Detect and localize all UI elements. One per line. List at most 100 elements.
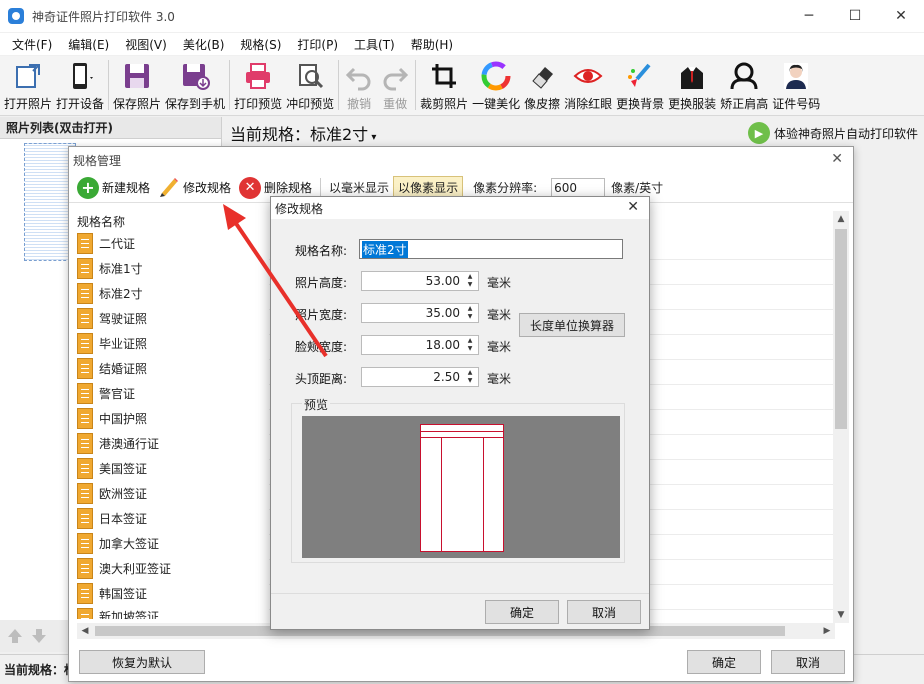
modify-cancel-button[interactable]: 取消 — [567, 600, 641, 624]
unit-label: 毫米 — [487, 308, 512, 322]
face-width-stepper[interactable]: 18.00 ▲ ▼ — [361, 335, 479, 355]
new-spec-button[interactable]: + 新建规格 — [73, 175, 154, 201]
color-wheel-icon — [480, 60, 512, 92]
top-distance-stepper[interactable]: 2.50 ▲ ▼ — [361, 367, 479, 387]
modify-ok-button[interactable]: 确定 — [485, 600, 559, 624]
list-item[interactable]: 韩国签证 — [77, 581, 267, 606]
scroll-right-icon[interactable]: ▶ — [819, 623, 835, 639]
plus-icon: + — [77, 176, 99, 199]
save-to-phone-button[interactable]: 保存到手机 — [163, 56, 227, 114]
save-photo-button[interactable]: 保存照片 — [111, 56, 163, 114]
menu-print[interactable]: 打印(P) — [289, 36, 346, 53]
document-icon — [77, 558, 93, 579]
modify-dialog-title: 修改规格 — [275, 201, 324, 216]
spec-ok-button[interactable]: 确定 — [687, 650, 761, 674]
modify-spec-button[interactable]: 修改规格 — [154, 175, 235, 201]
id-number-button[interactable]: 证件号码 — [770, 56, 822, 114]
list-item[interactable]: 港澳通行证 — [77, 431, 267, 456]
phone-icon — [64, 60, 96, 92]
change-clothes-button[interactable]: 更换服装 — [666, 56, 718, 114]
eraser-button[interactable]: 像皮擦 — [522, 56, 562, 114]
spec-cancel-button[interactable]: 取消 — [771, 650, 845, 674]
change-bg-button[interactable]: 更换背景 — [614, 56, 666, 114]
app-logo-icon — [8, 8, 24, 24]
maximize-button[interactable]: ☐ — [832, 0, 878, 32]
document-icon — [77, 533, 93, 554]
beautify-button[interactable]: 一键美化 — [470, 56, 522, 114]
spec-list: 二代证 标准1寸 标准2寸 驾驶证照 毕业证照 结婚证照 警官证 中国护照 港澳… — [77, 231, 267, 619]
list-item[interactable]: 二代证 — [77, 231, 267, 256]
menu-edit[interactable]: 编辑(E) — [60, 36, 117, 53]
document-icon — [77, 308, 93, 329]
arrow-up-icon[interactable] — [6, 627, 24, 645]
spec-list-header: 规格名称 — [77, 215, 126, 229]
toolbar-separator — [108, 60, 110, 110]
preview-label: 预览 — [302, 396, 331, 413]
menu-file[interactable]: 文件(F) — [4, 36, 60, 53]
vertical-scrollbar[interactable]: ▲ ▼ — [833, 211, 849, 623]
pencil-icon — [158, 175, 180, 200]
spec-name-input[interactable]: 标准2寸 — [359, 239, 623, 259]
promo-link[interactable]: ▶ 体验神奇照片自动打印软件 — [747, 122, 918, 144]
print-preview-button[interactable]: 打印预览 — [232, 56, 284, 114]
open-device-button[interactable]: 打开设备 — [54, 56, 106, 114]
document-icon — [77, 458, 93, 479]
minimize-button[interactable]: ─ — [786, 0, 832, 32]
spin-arrows-icon[interactable]: ▲ ▼ — [464, 337, 476, 353]
unit-converter-button[interactable]: 长度单位换算器 — [519, 313, 625, 337]
crop-photo-button[interactable]: 裁剪照片 — [418, 56, 470, 114]
menu-help[interactable]: 帮助(H) — [403, 36, 461, 53]
close-icon[interactable]: ✕ — [831, 151, 843, 167]
document-icon — [77, 433, 93, 454]
list-item[interactable]: 标准2寸 — [77, 281, 267, 306]
menu-tools[interactable]: 工具(T) — [346, 36, 403, 53]
menu-bar: 文件(F) 编辑(E) 视图(V) 美化(B) 规格(S) 打印(P) 工具(T… — [0, 33, 924, 55]
scroll-left-icon[interactable]: ◀ — [77, 623, 93, 639]
list-item[interactable]: 警官证 — [77, 381, 267, 406]
spin-arrows-icon[interactable]: ▲ ▼ — [464, 305, 476, 321]
scroll-up-icon[interactable]: ▲ — [833, 211, 849, 227]
menu-view[interactable]: 视图(V) — [117, 36, 175, 53]
top-distance-label: 头顶距离: — [295, 372, 348, 386]
photo-height-label: 照片高度: — [295, 276, 348, 290]
fix-shoulders-button[interactable]: 矫正肩高 — [718, 56, 770, 114]
close-icon[interactable]: ✕ — [627, 199, 639, 215]
undo-button[interactable]: 撤销 — [341, 56, 377, 114]
close-window-button[interactable]: ✕ — [878, 0, 924, 32]
resolution-label: 像素分辨率: — [473, 181, 538, 195]
list-item[interactable]: 澳大利亚签证 — [77, 556, 267, 581]
scroll-down-icon[interactable]: ▼ — [833, 607, 849, 623]
list-item[interactable]: 毕业证照 — [77, 331, 267, 356]
current-spec-dropdown[interactable]: 当前规格：标准2寸 ▾ — [230, 121, 376, 145]
red-eye-button[interactable]: 消除红眼 — [562, 56, 614, 114]
list-item[interactable]: 欧洲签证 — [77, 481, 267, 506]
reset-default-button[interactable]: 恢复为默认 — [79, 650, 205, 674]
photo-list-nav — [0, 620, 70, 652]
spin-arrows-icon[interactable]: ▲ ▼ — [464, 273, 476, 289]
spin-arrows-icon[interactable]: ▲ ▼ — [464, 369, 476, 385]
preview-canvas — [302, 416, 620, 558]
title-bar: 神奇证件照片打印软件 3.0 ─ ☐ ✕ — [0, 0, 924, 32]
menu-beautify[interactable]: 美化(B) — [175, 36, 233, 53]
menu-spec[interactable]: 规格(S) — [232, 36, 289, 53]
resolution-input[interactable]: 600 — [551, 177, 606, 198]
redo-button[interactable]: 重做 — [377, 56, 413, 114]
list-item[interactable]: 新加坡签证 — [77, 606, 267, 619]
list-item[interactable]: 加拿大签证 — [77, 531, 267, 556]
spec-dialog-title-bar: 规格管理 ✕ — [69, 147, 853, 173]
wash-preview-button[interactable]: 冲印预览 — [284, 56, 336, 114]
photo-height-stepper[interactable]: 53.00 ▲ ▼ — [361, 271, 479, 291]
list-item[interactable]: 中国护照 — [77, 406, 267, 431]
face-width-label: 脸颊宽度: — [295, 340, 348, 354]
photo-width-stepper[interactable]: 35.00 ▲ ▼ — [361, 303, 479, 323]
arrow-down-icon[interactable] — [30, 627, 48, 645]
open-photo-button[interactable]: 打开照片 — [2, 56, 54, 114]
list-item[interactable]: 结婚证照 — [77, 356, 267, 381]
vertical-scroll-thumb[interactable] — [835, 229, 847, 429]
open-folder-icon — [12, 60, 44, 92]
list-item[interactable]: 美国签证 — [77, 456, 267, 481]
paint-brush-icon — [624, 60, 656, 92]
list-item[interactable]: 日本签证 — [77, 506, 267, 531]
list-item[interactable]: 标准1寸 — [77, 256, 267, 281]
list-item[interactable]: 驾驶证照 — [77, 306, 267, 331]
